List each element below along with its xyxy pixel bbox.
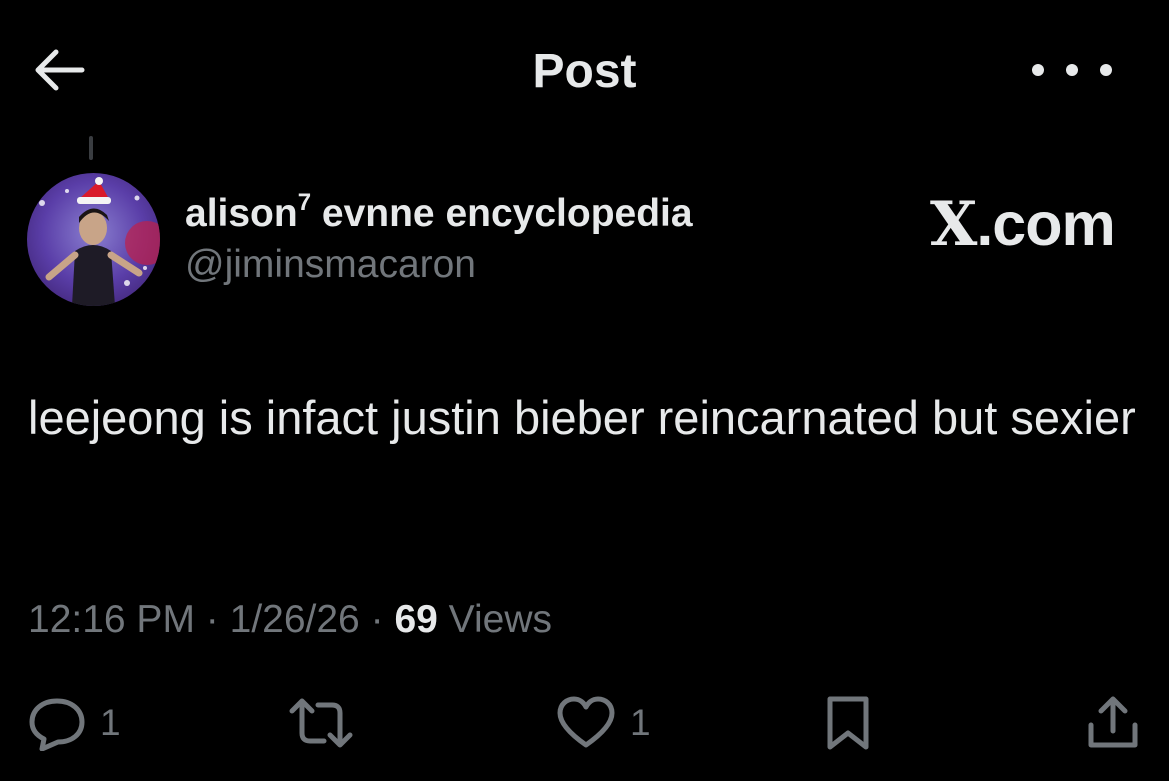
views-count: 69 xyxy=(394,598,438,641)
bookmark-button[interactable] xyxy=(824,695,872,751)
reply-count: 1 xyxy=(100,702,121,743)
post-date: 1/26/26 xyxy=(229,598,360,641)
reply-icon xyxy=(29,698,85,751)
post-text: leejeong is infact justin bieber reincar… xyxy=(28,391,1136,444)
author-name-text: alison xyxy=(185,192,298,235)
more-button[interactable] xyxy=(1026,46,1118,94)
bookmark-icon xyxy=(827,696,869,750)
author-handle[interactable]: @jiminsmacaron xyxy=(185,243,476,287)
like-button[interactable]: 1 xyxy=(556,695,651,751)
repost-button[interactable] xyxy=(288,695,354,751)
watermark-domain: .com xyxy=(976,190,1115,258)
post-meta: 12:16 PM · 1/26/26 · 69 Views xyxy=(28,598,552,642)
x-com-watermark: X.com xyxy=(930,189,1116,260)
like-count: 1 xyxy=(630,702,651,743)
post-time: 12:16 PM xyxy=(28,598,195,641)
share-button[interactable] xyxy=(1086,695,1140,751)
avatar[interactable] xyxy=(27,173,160,306)
meta-separator: · xyxy=(370,598,384,641)
heart-icon xyxy=(557,696,615,748)
views-label: Views xyxy=(448,598,552,641)
reply-button[interactable]: 1 xyxy=(28,695,121,751)
repost-icon xyxy=(289,698,353,748)
author-name-superscript: 7 xyxy=(297,189,312,216)
page-title: Post xyxy=(532,45,637,98)
x-logo: X xyxy=(930,189,977,260)
author-name[interactable]: alison7 evnne encyclopedia xyxy=(185,189,693,236)
meta-separator: · xyxy=(205,598,219,641)
avatar-image xyxy=(27,173,160,306)
more-horizontal-icon xyxy=(1032,64,1112,76)
author-name-suffix: evnne encyclopedia xyxy=(311,192,693,235)
thread-connector xyxy=(89,136,93,160)
share-icon xyxy=(1088,696,1138,748)
